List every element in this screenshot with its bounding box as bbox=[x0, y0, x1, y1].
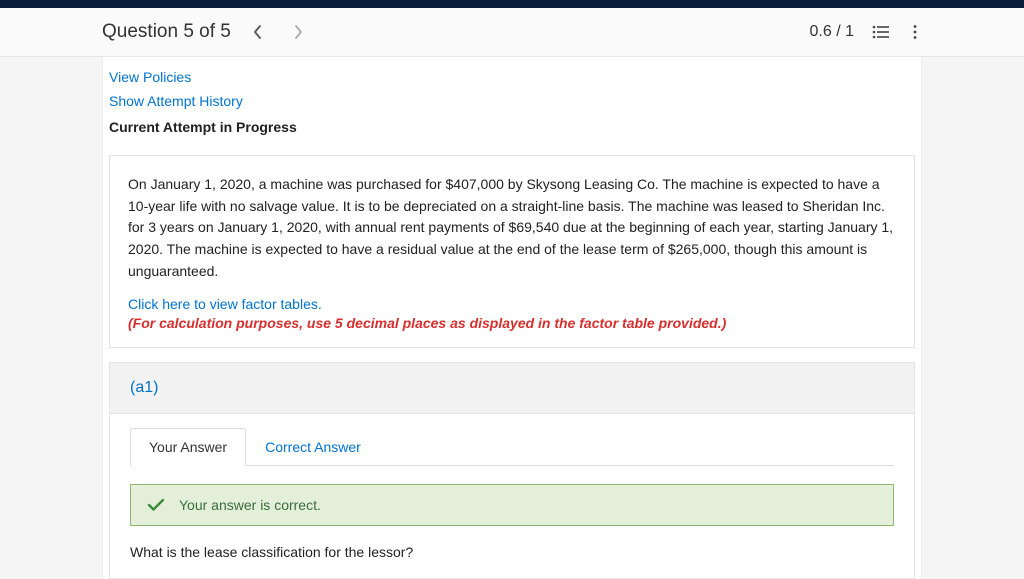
part-header[interactable]: (a1) bbox=[110, 363, 914, 414]
question-title: Question 5 of 5 bbox=[102, 21, 231, 43]
calculation-note: (For calculation purposes, use 5 decimal… bbox=[128, 315, 726, 331]
tab-your-answer[interactable]: Your Answer bbox=[130, 428, 246, 466]
more-menu-button[interactable] bbox=[908, 20, 922, 44]
check-icon bbox=[147, 498, 165, 512]
next-question-button[interactable] bbox=[285, 20, 311, 44]
list-icon bbox=[872, 24, 890, 40]
banner-text: Your answer is correct. bbox=[179, 497, 321, 513]
answer-tabs: Your Answer Correct Answer bbox=[110, 414, 914, 465]
question-header: Question 5 of 5 0.6 / 1 bbox=[0, 8, 1024, 57]
current-attempt-label: Current Attempt in Progress bbox=[109, 119, 903, 135]
part-prompt: What is the lease classification for the… bbox=[110, 540, 914, 578]
prev-question-button[interactable] bbox=[245, 20, 271, 44]
factor-tables-link[interactable]: Click here to view factor tables. bbox=[128, 296, 322, 312]
tab-correct-answer[interactable]: Correct Answer bbox=[246, 428, 380, 466]
view-policies-link[interactable]: View Policies bbox=[109, 69, 191, 85]
app-top-bar bbox=[0, 0, 1024, 8]
question-body-text: On January 1, 2020, a machine was purcha… bbox=[128, 174, 896, 282]
part-label: (a1) bbox=[130, 379, 158, 396]
more-vertical-icon bbox=[912, 24, 918, 40]
correct-answer-banner: Your answer is correct. bbox=[130, 484, 894, 526]
score-display: 0.6 / 1 bbox=[810, 23, 854, 41]
question-stem-box: On January 1, 2020, a machine was purcha… bbox=[109, 155, 915, 348]
content-area: View Policies Show Attempt History Curre… bbox=[102, 57, 922, 579]
chevron-right-icon bbox=[293, 24, 303, 40]
chevron-left-icon bbox=[253, 24, 263, 40]
show-attempt-history-link[interactable]: Show Attempt History bbox=[109, 93, 243, 109]
list-button[interactable] bbox=[868, 20, 894, 44]
part-a1-box: (a1) Your Answer Correct Answer Your ans… bbox=[109, 362, 915, 579]
